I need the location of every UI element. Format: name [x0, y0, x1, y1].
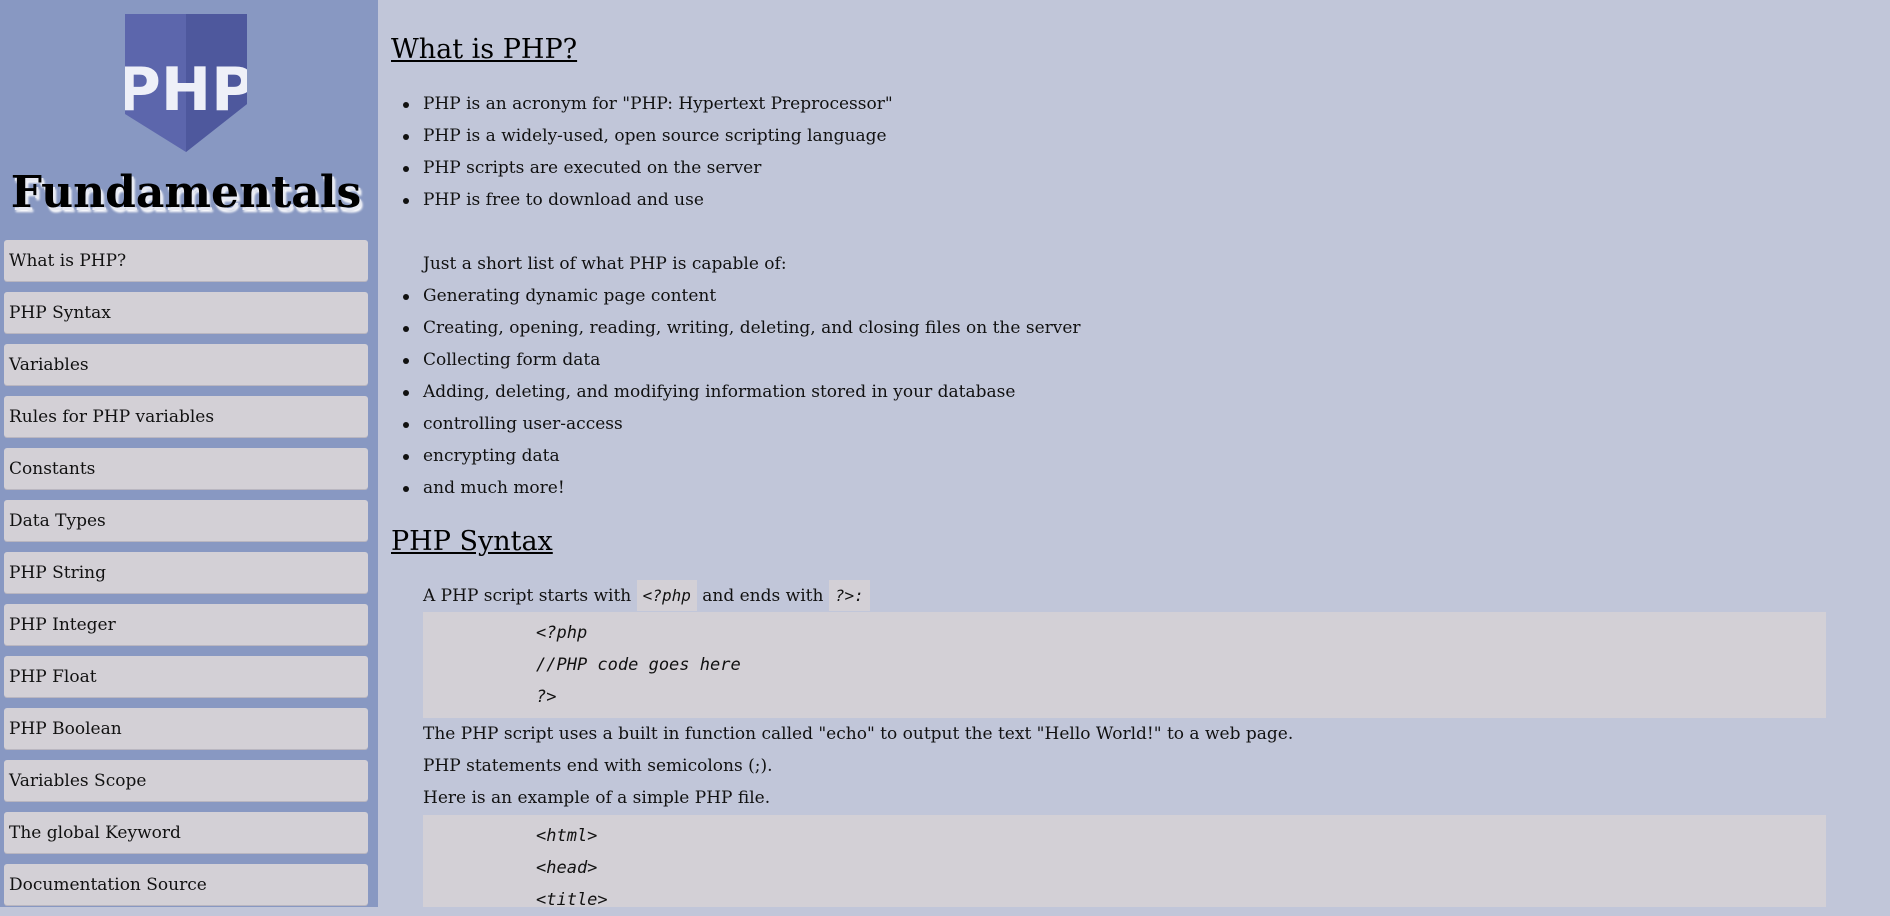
- nav-item-php-syntax[interactable]: PHP Syntax: [4, 292, 368, 333]
- nav-item-variables[interactable]: Variables: [4, 344, 368, 385]
- list-item: PHP is free to download and use: [403, 184, 893, 216]
- code-line: <title>: [536, 890, 608, 910]
- code-line: ?>: [536, 687, 557, 707]
- nav-item-what-is-php[interactable]: What is PHP?: [4, 240, 368, 281]
- code-line: <?php: [536, 623, 588, 643]
- what-bullets: PHP is an acronym for "PHP: Hypertext Pr…: [403, 88, 893, 216]
- list-item: Collecting form data: [403, 344, 1081, 376]
- php-logo-icon: PHP: [125, 14, 247, 152]
- list-item: Creating, opening, reading, writing, del…: [403, 312, 1081, 344]
- list-item: Generating dynamic page content: [403, 280, 1081, 312]
- list-item: PHP is a widely-used, open source script…: [403, 120, 893, 152]
- nav-item-variables-scope[interactable]: Variables Scope: [4, 760, 368, 801]
- nav-item-php-boolean[interactable]: PHP Boolean: [4, 708, 368, 749]
- heading-php-syntax: PHP Syntax: [391, 526, 553, 557]
- main-content: What is PHP? PHP is an acronym for "PHP:…: [391, 0, 1861, 910]
- list-item: and much more!: [403, 472, 1081, 504]
- nav-item-documentation-source[interactable]: Documentation Source: [4, 864, 368, 905]
- capable-intro: Just a short list of what PHP is capable…: [423, 254, 787, 274]
- syntax-start-line: A PHP script starts with <?php and ends …: [423, 580, 870, 612]
- code-line: //PHP code goes here: [536, 655, 741, 675]
- code-block-basic: <?php //PHP code goes here ?>: [423, 612, 1826, 718]
- paragraph-example: Here is an example of a simple PHP file.: [423, 788, 771, 808]
- logo: PHP: [0, 14, 378, 154]
- nav-item-constants[interactable]: Constants: [4, 448, 368, 489]
- code-line: <head>: [536, 858, 598, 878]
- list-item: Adding, deleting, and modifying informat…: [403, 376, 1081, 408]
- paragraph-semicolons: PHP statements end with semicolons (;).: [423, 756, 773, 776]
- sidebar-nav: What is PHP? PHP Syntax Variables Rules …: [4, 240, 368, 916]
- heading-what-is-php: What is PHP?: [391, 34, 578, 65]
- capable-bullets: Generating dynamic page content Creating…: [403, 280, 1081, 504]
- list-item: PHP is an acronym for "PHP: Hypertext Pr…: [403, 88, 893, 120]
- nav-item-php-string[interactable]: PHP String: [4, 552, 368, 593]
- list-item: controlling user-access: [403, 408, 1081, 440]
- inline-code-open-tag: <?php: [636, 580, 697, 611]
- nav-item-rules-for-variables[interactable]: Rules for PHP variables: [4, 396, 368, 437]
- nav-item-global-keyword[interactable]: The global Keyword: [4, 812, 368, 853]
- paragraph-echo: The PHP script uses a built in function …: [423, 724, 1294, 744]
- nav-item-php-integer[interactable]: PHP Integer: [4, 604, 368, 645]
- sidebar-title: Fundamentals: [10, 167, 362, 218]
- list-item: encrypting data: [403, 440, 1081, 472]
- syntax-start-text: A PHP script starts with: [423, 586, 632, 606]
- nav-item-php-float[interactable]: PHP Float: [4, 656, 368, 697]
- sidebar: PHP Fundamentals What is PHP? PHP Syntax…: [0, 0, 378, 907]
- list-item: PHP scripts are executed on the server: [403, 152, 893, 184]
- logo-text: PHP: [125, 55, 247, 125]
- nav-item-data-types[interactable]: Data Types: [4, 500, 368, 541]
- inline-code-close-tag: ?>:: [828, 580, 870, 611]
- syntax-end-text: and ends with: [702, 586, 824, 606]
- code-block-html: <html> <head> <title>: [423, 815, 1826, 910]
- code-line: <html>: [536, 826, 598, 846]
